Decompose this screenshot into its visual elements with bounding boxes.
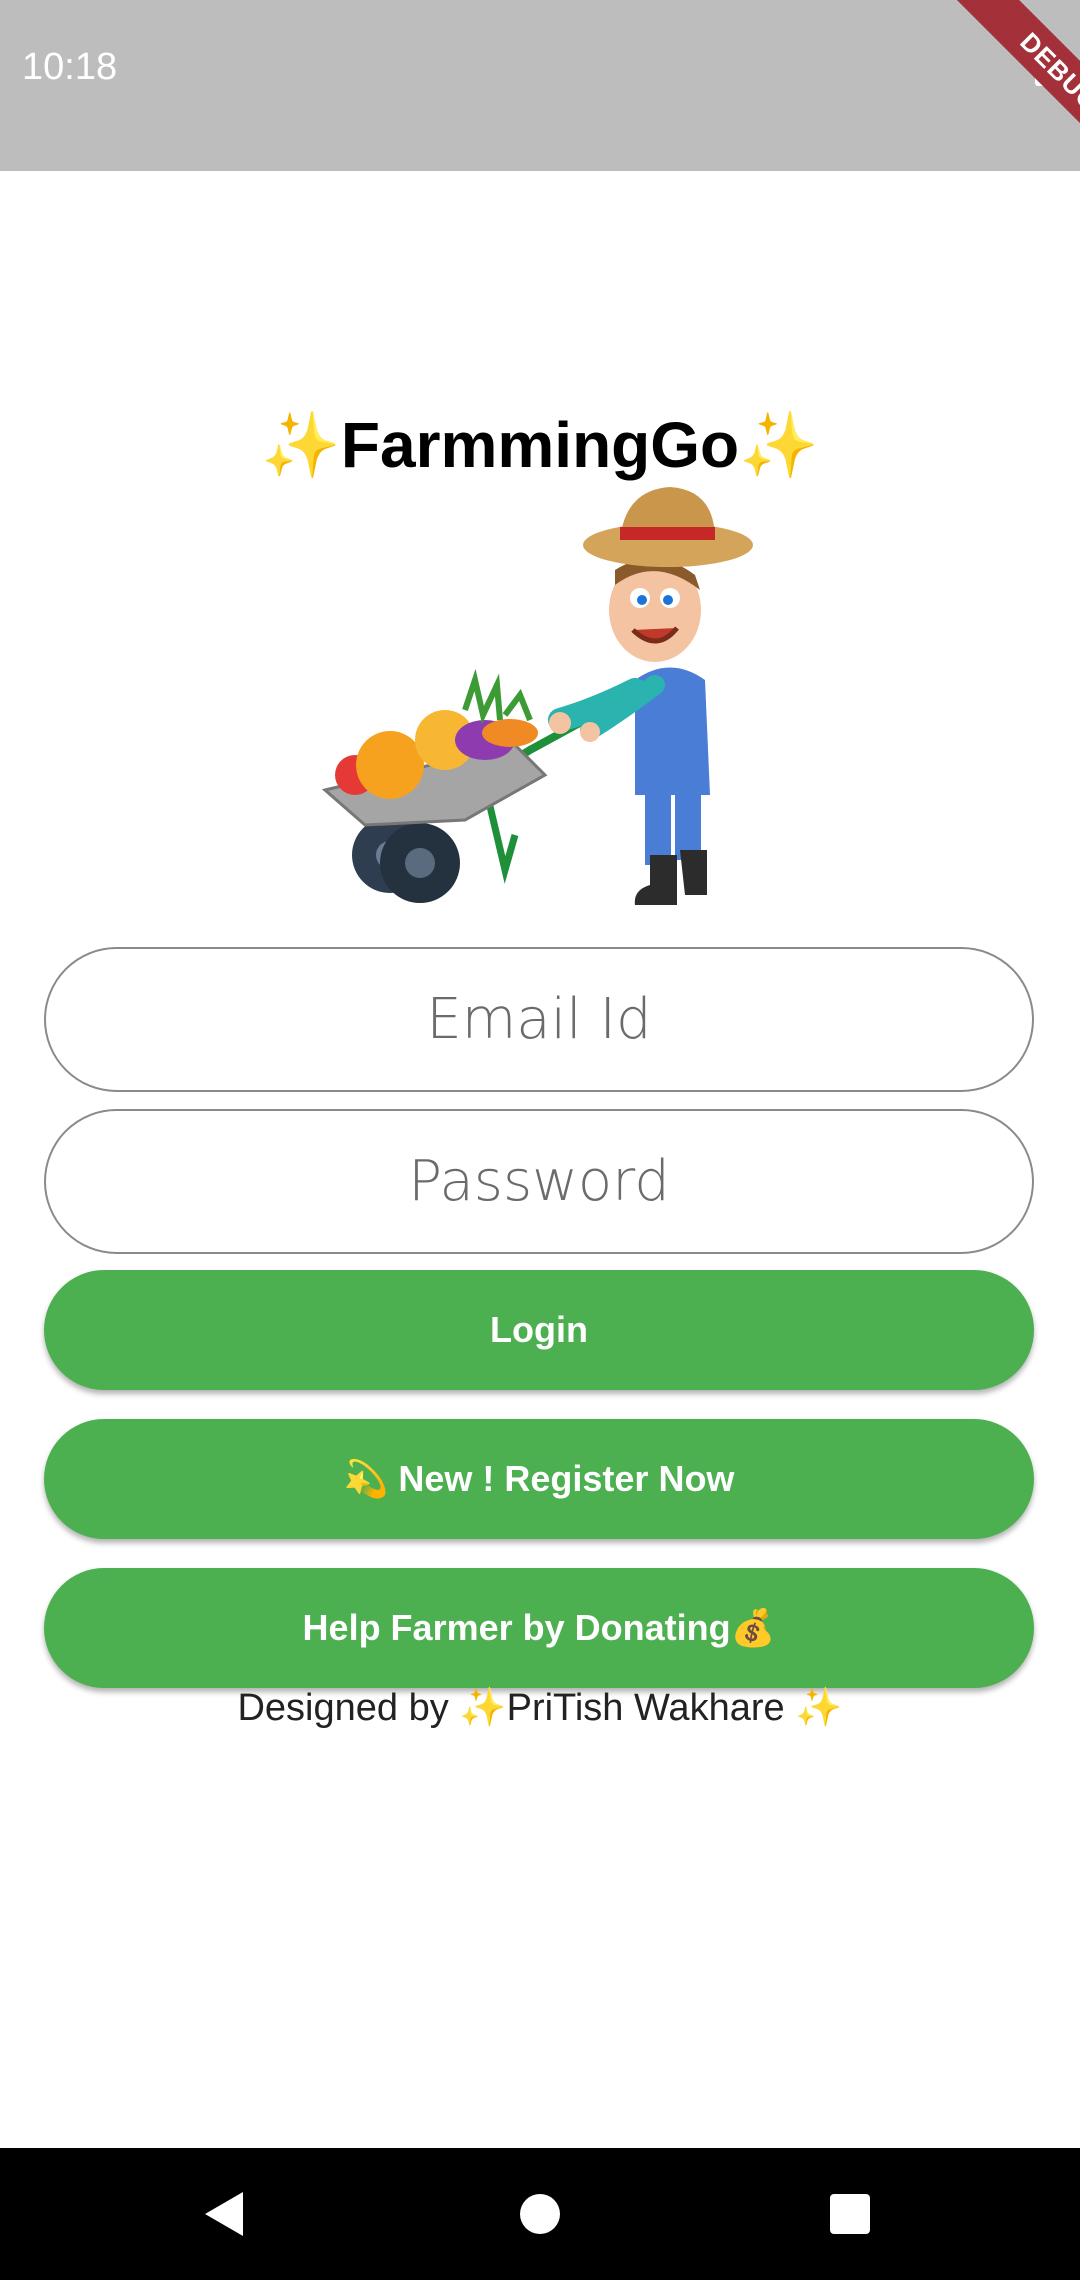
debug-banner: DEBUG: [910, 0, 1080, 170]
email-field[interactable]: [44, 947, 1034, 1092]
donate-button[interactable]: Help Farmer by Donating💰: [44, 1568, 1034, 1688]
email-input[interactable]: [93, 986, 985, 1053]
debug-label: DEBUG: [952, 0, 1080, 170]
login-button[interactable]: Login: [44, 1270, 1034, 1390]
home-icon[interactable]: [520, 2194, 560, 2234]
navigation-bar: [0, 2148, 1080, 2280]
designer-credit: Designed by ✨PriTish Wakhare ✨: [237, 1687, 843, 1729]
password-input[interactable]: [93, 1148, 985, 1215]
recents-icon[interactable]: [830, 2194, 870, 2234]
password-field[interactable]: [44, 1109, 1034, 1254]
status-time: 10:18: [22, 46, 118, 88]
app-title: ✨FarmmingGo✨: [261, 409, 819, 481]
farmer-wheelbarrow-illustration: [321, 487, 753, 905]
login-screen: 10:18 DEBUG ✨FarmmingGo✨ Email Id Login …: [0, 0, 1080, 2280]
register-button[interactable]: 💫 New ! Register Now: [44, 1419, 1034, 1539]
back-icon[interactable]: [205, 2192, 243, 2236]
